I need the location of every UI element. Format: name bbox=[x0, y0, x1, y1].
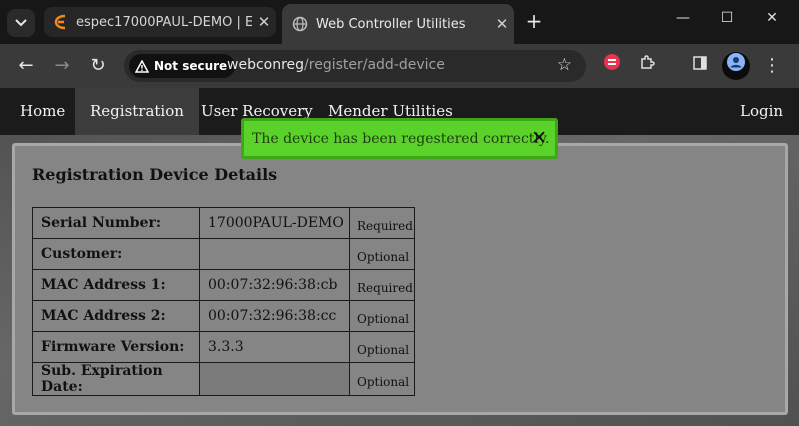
extensions-puzzle-icon[interactable] bbox=[633, 52, 661, 80]
field-value: 3.3.3 bbox=[199, 331, 350, 363]
table-row: Firmware Version: 3.3.3 Optional bbox=[32, 331, 415, 363]
browser-tabstrip: espec17000PAUL-DEMO | Espec ✕ Web Contro… bbox=[0, 0, 799, 44]
new-tab-button[interactable]: + bbox=[521, 9, 547, 35]
profile-avatar-icon[interactable] bbox=[722, 52, 750, 80]
espec-favicon-icon bbox=[54, 14, 66, 30]
field-label: Customer: bbox=[32, 238, 200, 270]
tab-title: espec17000PAUL-DEMO | Espec bbox=[76, 14, 252, 30]
field-value: 00:07:32:96:38:cb bbox=[199, 269, 350, 301]
nav-registration[interactable]: Registration bbox=[75, 88, 199, 135]
url-path: /register/add-device bbox=[304, 57, 445, 73]
warning-icon bbox=[135, 59, 149, 73]
field-value bbox=[199, 362, 350, 396]
requirement-label: Optional bbox=[349, 362, 415, 396]
field-label: Sub. Expiration Date: bbox=[32, 362, 200, 396]
url-host: webconreg bbox=[227, 57, 305, 73]
table-row: MAC Address 2: 00:07:32:96:38:cc Optiona… bbox=[32, 300, 415, 332]
back-button[interactable]: ← bbox=[12, 52, 40, 80]
reload-button[interactable]: ↻ bbox=[84, 52, 112, 80]
bookmark-star-icon[interactable]: ☆ bbox=[557, 55, 572, 75]
close-icon[interactable]: ✕ bbox=[531, 127, 547, 149]
field-value bbox=[199, 238, 350, 270]
browser-toolbar: ← → ↻ Not secure webconreg/register/add-… bbox=[0, 44, 799, 88]
nav-home[interactable]: Home bbox=[5, 88, 80, 135]
requirement-label: Required bbox=[349, 269, 415, 301]
globe-icon bbox=[292, 16, 308, 32]
field-label: Firmware Version: bbox=[32, 331, 200, 363]
extension-red-icon[interactable] bbox=[598, 52, 626, 80]
side-panel-icon[interactable] bbox=[686, 52, 714, 80]
requirement-label: Optional bbox=[349, 331, 415, 363]
not-secure-chip[interactable]: Not secure bbox=[129, 54, 236, 78]
tab-search-button[interactable] bbox=[7, 9, 35, 37]
table-row: MAC Address 1: 00:07:32:96:38:cb Require… bbox=[32, 269, 415, 301]
chevron-down-icon bbox=[15, 19, 27, 27]
web-page: Home Registration User Recovery Mender U… bbox=[0, 88, 799, 426]
tab-espec[interactable]: espec17000PAUL-DEMO | Espec ✕ bbox=[44, 7, 276, 37]
address-bar[interactable]: Not secure webconreg/register/add-device… bbox=[124, 50, 586, 82]
maximize-button[interactable]: ☐ bbox=[705, 0, 749, 38]
field-value: 17000PAUL-DEMO bbox=[199, 207, 350, 239]
field-value: 00:07:32:96:38:cc bbox=[199, 300, 350, 332]
field-label: MAC Address 2: bbox=[32, 300, 200, 332]
requirement-label: Required bbox=[349, 207, 415, 239]
requirement-label: Optional bbox=[349, 238, 415, 270]
close-tab-icon[interactable]: ✕ bbox=[490, 15, 514, 33]
url-text[interactable]: webconreg/register/add-device bbox=[227, 57, 445, 73]
registration-details-panel: Registration Device Details Serial Numbe… bbox=[12, 143, 788, 415]
nav-login[interactable]: Login bbox=[725, 88, 798, 135]
field-label: MAC Address 1: bbox=[32, 269, 200, 301]
kebab-menu-icon[interactable]: ⋮ bbox=[758, 52, 786, 80]
success-toast: The device has been regestered correctly… bbox=[241, 118, 558, 159]
tab-title: Web Controller Utilities bbox=[316, 16, 466, 32]
device-details-table: Serial Number: 17000PAUL-DEMO Required C… bbox=[32, 207, 415, 396]
table-row: Serial Number: 17000PAUL-DEMO Required bbox=[32, 207, 415, 239]
field-label: Serial Number: bbox=[32, 207, 200, 239]
minimize-button[interactable]: — bbox=[661, 0, 705, 38]
security-label: Not secure bbox=[154, 59, 228, 73]
toast-message: The device has been regestered correctly… bbox=[252, 131, 550, 147]
panel-title: Registration Device Details bbox=[32, 165, 278, 184]
table-row: Sub. Expiration Date: Optional bbox=[32, 362, 415, 396]
forward-button[interactable]: → bbox=[48, 52, 76, 80]
tab-web-controller-utilities[interactable]: Web Controller Utilities ✕ bbox=[282, 4, 514, 44]
table-row: Customer: Optional bbox=[32, 238, 415, 270]
window-close-button[interactable]: ✕ bbox=[750, 0, 794, 38]
requirement-label: Optional bbox=[349, 300, 415, 332]
close-tab-icon[interactable]: ✕ bbox=[252, 13, 276, 31]
